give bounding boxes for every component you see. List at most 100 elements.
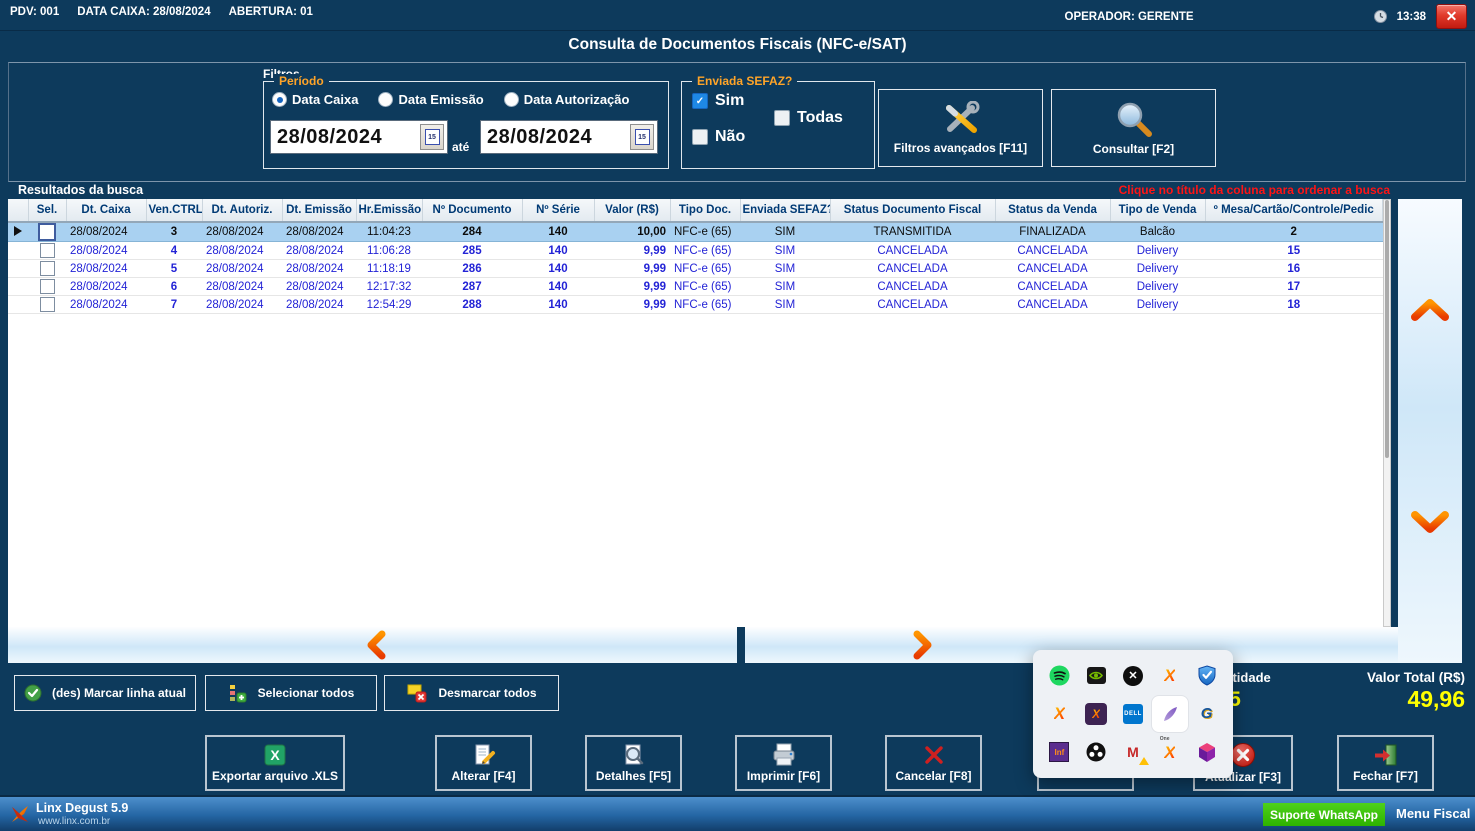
detalhes-button[interactable]: Detalhes [F5] (585, 735, 682, 791)
cell: NFC-e (65) (670, 242, 740, 260)
cell: 11:18:19 (356, 260, 422, 278)
column-header[interactable]: Status Documento Fiscal (830, 199, 995, 222)
whatsapp-support-button[interactable]: Suporte WhatsApp (1263, 803, 1385, 826)
cell: 4 (146, 242, 202, 260)
geforce-icon[interactable] (1085, 665, 1107, 687)
cell: Delivery (1110, 278, 1205, 296)
consult-button[interactable]: Consultar [F2] (1051, 89, 1216, 167)
column-header[interactable]: Hr.Emissão (356, 199, 422, 222)
row-checkbox[interactable] (40, 243, 55, 258)
imprimir-button[interactable]: Imprimir [F6] (735, 735, 832, 791)
close-button[interactable]: ✕ (1436, 4, 1467, 29)
column-header[interactable]: Tipo Doc. (670, 199, 740, 222)
cancelar-button[interactable]: Cancelar [F8] (885, 735, 982, 791)
tools-icon (940, 101, 982, 137)
checkbox-nao[interactable]: Não (692, 128, 745, 146)
mark-current-line-button[interactable]: (des) Marcar linha atual (14, 675, 196, 711)
g-logo-icon[interactable]: G (1196, 703, 1218, 725)
select-all-button[interactable]: Selecionar todos (205, 675, 377, 711)
feather-icon[interactable] (1152, 696, 1188, 732)
select-all-icon (228, 683, 248, 703)
row-checkbox[interactable] (38, 223, 56, 241)
data-caixa-label: DATA CAIXA: 28/08/2024 (77, 6, 210, 18)
inf-icon[interactable]: Inf (1049, 742, 1069, 762)
row-checkbox[interactable] (40, 279, 55, 294)
table-row[interactable]: 28/08/2024428/08/202428/08/202411:06:282… (8, 242, 1383, 260)
linx-one-icon[interactable]: OneX (1159, 741, 1181, 763)
vertical-scrollbar[interactable] (1383, 199, 1391, 627)
scroll-left-icon[interactable] (363, 630, 389, 660)
radio-icon (272, 92, 287, 107)
cell: CANCELADA (995, 242, 1110, 260)
cell: 9,99 (594, 296, 670, 314)
cell: CANCELADA (995, 260, 1110, 278)
row-checkbox[interactable] (40, 261, 55, 276)
column-header[interactable]: Status da Venda (995, 199, 1110, 222)
cell: CANCELADA (830, 260, 995, 278)
alterar-button[interactable]: Alterar [F4] (435, 735, 532, 791)
checkbox-sim[interactable]: ✓ Sim (692, 92, 744, 110)
cube-icon[interactable] (1196, 741, 1218, 763)
cell: 9,99 (594, 260, 670, 278)
cell: CANCELADA (830, 278, 995, 296)
column-header[interactable]: Ven.CTRL (146, 199, 202, 222)
column-header[interactable]: Enviada SEFAZ? (740, 199, 830, 222)
table-row[interactable]: 28/08/2024328/08/202428/08/202411:04:232… (8, 222, 1383, 242)
cell: 287 (422, 278, 522, 296)
sort-hint: Clique no título da coluna para ordenar … (900, 183, 1390, 197)
column-header[interactable]: Dt. Caixa (66, 199, 146, 222)
security-shield-icon[interactable] (1196, 665, 1218, 687)
column-header[interactable]: º Mesa/Cartão/Controle/Pedic (1205, 199, 1383, 222)
column-header[interactable]: Nº Série (522, 199, 594, 222)
table-row[interactable]: 28/08/2024628/08/202428/08/202412:17:322… (8, 278, 1383, 296)
date-from-input[interactable]: 28/08/2024 15 (270, 120, 448, 154)
linx-purple-icon[interactable]: X (1085, 703, 1107, 725)
gutter-header (8, 199, 28, 222)
cell: 28/08/2024 (202, 242, 282, 260)
cell: 28/08/2024 (282, 222, 356, 242)
radio-data-emissao[interactable]: Data Emissão (378, 92, 483, 107)
column-header[interactable]: Valor (R$) (594, 199, 670, 222)
fechar-button[interactable]: Fechar [F7] (1337, 735, 1434, 791)
checkbox-todas[interactable]: Todas (774, 109, 843, 127)
unselect-all-button[interactable]: Desmarcar todos (384, 675, 559, 711)
periodo-group: Período Data Caixa Data Emissão Data Aut… (263, 81, 669, 169)
menu-fiscal-button[interactable]: Menu Fiscal (1396, 806, 1470, 821)
export-xls-button[interactable]: X Exportar arquivo .XLS (205, 735, 345, 791)
table-row[interactable]: 28/08/2024728/08/202428/08/202412:54:292… (8, 296, 1383, 314)
dell-icon[interactable]: DELL (1123, 704, 1143, 724)
cell: 17 (1205, 278, 1383, 296)
cell: NFC-e (65) (670, 260, 740, 278)
operador-label: OPERADOR: GERENTE (1065, 11, 1194, 23)
linx-alt-icon[interactable]: X (1048, 703, 1070, 725)
calendar-button-to[interactable]: 15 (630, 124, 654, 150)
scrollbar-thumb[interactable] (1385, 200, 1389, 458)
cell: 18 (1205, 296, 1383, 314)
column-header[interactable]: Tipo de Venda (1110, 199, 1205, 222)
column-header[interactable]: Dt. Emissão (282, 199, 356, 222)
column-header-sel[interactable]: Sel. (28, 199, 66, 222)
checkbox-checked-icon: ✓ (692, 93, 708, 109)
column-header[interactable]: Dt. Autoriz. (202, 199, 282, 222)
cell: 12:54:29 (356, 296, 422, 314)
radio-data-autorizacao[interactable]: Data Autorização (504, 92, 630, 107)
cell: 288 (422, 296, 522, 314)
calendar-button-from[interactable]: 15 (420, 124, 444, 150)
obs-studio-icon[interactable] (1085, 741, 1107, 763)
radio-data-caixa[interactable]: Data Caixa (272, 92, 358, 107)
scroll-right-icon[interactable] (910, 630, 936, 660)
m-warning-icon[interactable]: M (1122, 741, 1144, 763)
advanced-filters-button[interactable]: Filtros avançados [F11] (878, 89, 1043, 167)
spotify-icon[interactable] (1048, 665, 1070, 687)
linx-icon[interactable]: X (1159, 665, 1181, 687)
row-checkbox[interactable] (40, 297, 55, 312)
calendar-icon: 15 (635, 129, 650, 145)
date-to-input[interactable]: 28/08/2024 15 (480, 120, 658, 154)
total-value: 49,96 (1305, 686, 1465, 713)
cell: 7 (146, 296, 202, 314)
xbox-icon[interactable]: ✕ (1123, 666, 1143, 686)
table-row[interactable]: 28/08/2024528/08/202428/08/202411:18:192… (8, 260, 1383, 278)
scroll-up-icon[interactable] (1408, 297, 1452, 323)
column-header[interactable]: Nº Documento (422, 199, 522, 222)
scroll-down-icon[interactable] (1408, 509, 1452, 535)
